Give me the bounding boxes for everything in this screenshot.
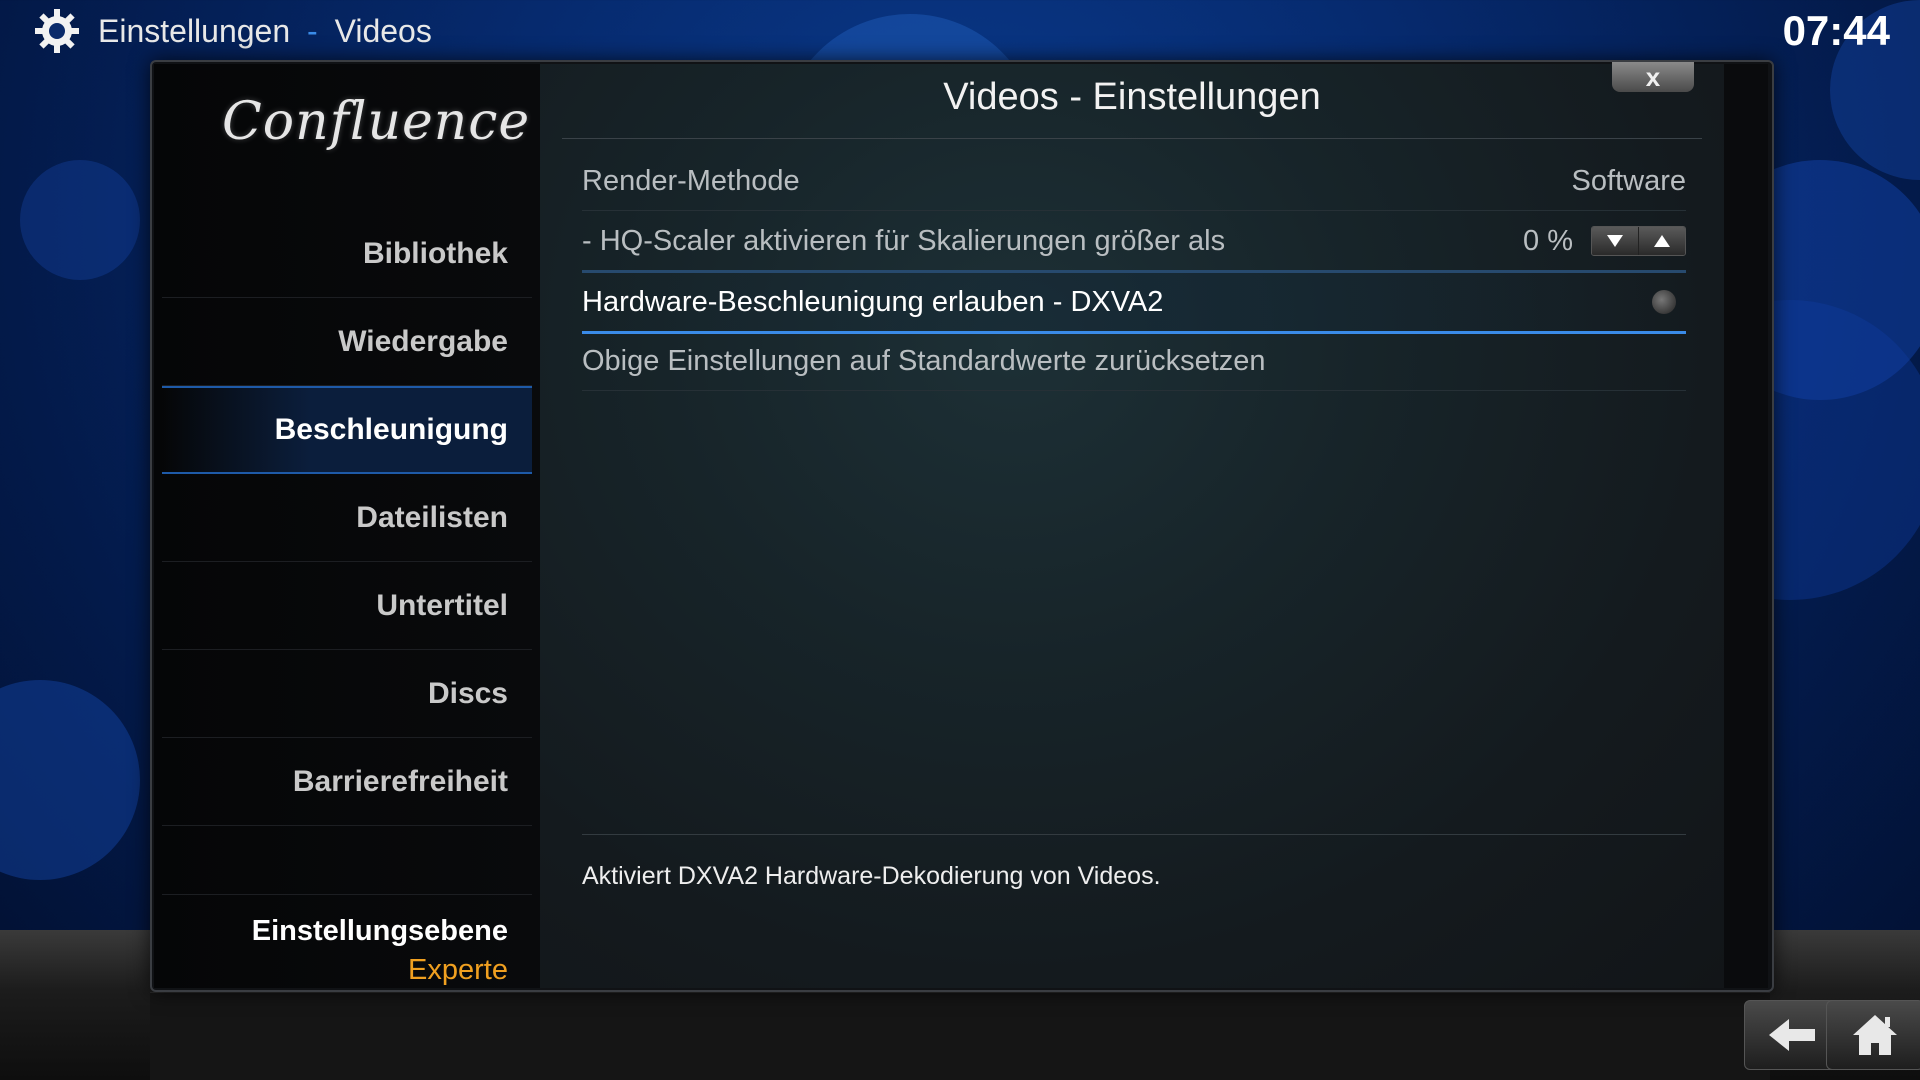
bottom-panel	[150, 992, 1770, 1080]
clock: 07:44	[1782, 7, 1890, 54]
breadcrumb-separator: -	[307, 12, 318, 49]
value-spinner	[1591, 226, 1686, 256]
close-icon: x	[1645, 61, 1661, 92]
home-icon	[1853, 1015, 1897, 1055]
triangle-down-icon	[1607, 235, 1623, 247]
sidebar-item-barrierefreiheit[interactable]: Barrierefreiheit	[162, 738, 532, 826]
sidebar-item-beschleunigung[interactable]: Beschleunigung	[162, 386, 532, 474]
dialog-title: Videos - Einstellungen	[943, 76, 1321, 118]
setting-label: Hardware-Beschleunigung erlauben - DXVA2	[582, 285, 1164, 318]
triangle-up-icon	[1654, 235, 1670, 247]
gear-icon	[35, 9, 79, 53]
sidebar-item-discs[interactable]: Discs	[162, 650, 532, 738]
sidebar-item-wiedergabe[interactable]: Wiedergabe	[162, 298, 532, 386]
setting-render-method[interactable]: Render-Methode Software	[582, 152, 1686, 211]
setting-description: Aktiviert DXVA2 Hardware-Dekodierung von…	[582, 862, 1161, 890]
settings-dialog: Confluence Bibliothek Wiedergabe Beschle…	[150, 60, 1774, 992]
settings-level-value: Experte	[408, 954, 508, 986]
settings-level-button[interactable]: Einstellungsebene Experte	[162, 894, 532, 987]
setting-hardware-acceleration-dxva2[interactable]: Hardware-Beschleunigung erlauben - DXVA2	[582, 270, 1686, 334]
description-divider	[582, 834, 1686, 835]
sidebar-item-dateilisten[interactable]: Dateilisten	[162, 474, 532, 562]
header-page: Videos	[334, 12, 432, 49]
close-button[interactable]: x	[1612, 62, 1694, 92]
home-button[interactable]	[1826, 1000, 1920, 1070]
decrease-button[interactable]	[1592, 227, 1638, 255]
setting-reset-defaults[interactable]: Obige Einstellungen auf Standardwerte zu…	[582, 332, 1686, 391]
sidebar-item-bibliothek[interactable]: Bibliothek	[162, 210, 532, 298]
sidebar-item-untertitel[interactable]: Untertitel	[162, 562, 532, 650]
increase-button[interactable]	[1638, 227, 1685, 255]
setting-label: - HQ-Scaler aktivieren für Skalierungen …	[582, 224, 1226, 257]
bokeh-decoration	[0, 680, 140, 880]
setting-hq-scaler[interactable]: - HQ-Scaler aktivieren für Skalierungen …	[582, 212, 1686, 271]
setting-label: Render-Methode	[582, 164, 800, 197]
header-section: Einstellungen	[98, 12, 291, 49]
back-arrow-icon	[1769, 1019, 1815, 1051]
header-breadcrumb: Einstellungen - Videos	[34, 6, 432, 56]
bokeh-decoration	[20, 160, 140, 280]
title-divider	[562, 138, 1702, 139]
setting-label: Obige Einstellungen auf Standardwerte zu…	[582, 344, 1266, 377]
settings-level-label: Einstellungsebene	[251, 915, 508, 947]
toggle-radio[interactable]	[1652, 290, 1676, 314]
setting-value: Software	[1571, 164, 1686, 197]
scroll-gutter	[1724, 64, 1768, 988]
confluence-logo: Confluence	[222, 92, 531, 152]
setting-value: 0 %	[1523, 224, 1573, 257]
